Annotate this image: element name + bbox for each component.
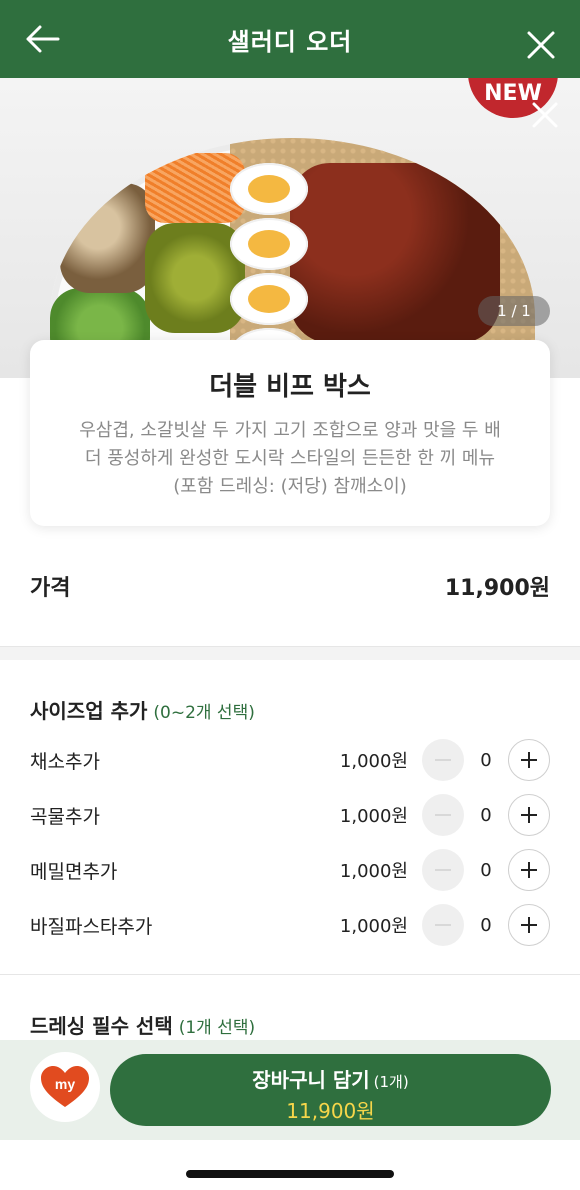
option-name: 곡물추가 <box>30 805 100 828</box>
add-to-cart-button[interactable]: 장바구니 담기 (1개) 11,900원 <box>110 1054 551 1126</box>
option-row: 메밀면추가 1,000원 0 <box>30 848 550 892</box>
decrement-button[interactable] <box>422 904 464 946</box>
cart-label: 장바구니 담기 <box>252 1068 370 1092</box>
arrow-left-icon[interactable] <box>24 24 60 54</box>
my-button[interactable]: my <box>30 1052 100 1122</box>
option-name: 메밀면추가 <box>30 860 118 883</box>
option-name: 채소추가 <box>30 750 100 773</box>
image-close-icon[interactable] <box>532 102 558 128</box>
option-price: 1,000원 <box>339 806 408 827</box>
increment-button[interactable] <box>508 739 550 781</box>
my-label: my <box>55 1076 75 1092</box>
desc-line: 더 풍성하게 완성한 도시락 스타일의 든든한 한 끼 메뉴 <box>84 448 496 469</box>
minus-icon <box>435 814 451 816</box>
page-title: 샐러디 오더 <box>227 27 353 56</box>
increment-button[interactable] <box>508 904 550 946</box>
image-pager: 1 / 1 <box>478 296 550 326</box>
minus-icon <box>435 924 451 926</box>
sizeup-hint: (0~2개 선택) <box>153 703 255 723</box>
option-quantity: 0 <box>480 859 492 881</box>
mushrooms <box>60 183 155 293</box>
egg-slice <box>230 163 308 215</box>
decrement-button[interactable] <box>422 739 464 781</box>
product-image: NEW 1 / 1 <box>0 78 580 378</box>
desc-line: (포함 드레싱: (저당) 참깨소이) <box>173 476 407 497</box>
increment-button[interactable] <box>508 849 550 891</box>
egg-slice <box>230 218 308 270</box>
home-indicator <box>186 1170 394 1178</box>
option-price: 1,000원 <box>339 916 408 937</box>
product-info-card: 더블 비프 박스 우삼겹, 소갈빗살 두 가지 고기 조합으로 양과 맛을 두 … <box>30 340 550 526</box>
section-divider <box>0 646 580 660</box>
option-price: 1,000원 <box>339 751 408 772</box>
app-header: 샐러디 오더 <box>0 0 580 78</box>
sizeup-title: 사이즈업 추가 (0~2개 선택) <box>30 695 255 724</box>
price-value: 11,900원 <box>444 576 550 601</box>
option-row: 바질파스타추가 1,000원 0 <box>30 903 550 947</box>
dressing-title: 드레싱 필수 선택 (1개 선택) <box>30 1010 255 1039</box>
heart-icon: my <box>41 1066 89 1107</box>
increment-button[interactable] <box>508 794 550 836</box>
decrement-button[interactable] <box>422 849 464 891</box>
sizeup-title-text: 사이즈업 추가 <box>30 699 148 723</box>
option-quantity: 0 <box>480 804 492 826</box>
minus-icon <box>435 759 451 761</box>
beef <box>290 163 500 343</box>
dressing-title-text: 드레싱 필수 선택 <box>30 1014 173 1038</box>
product-name: 더블 비프 박스 <box>209 372 371 402</box>
cart-label-line: 장바구니 담기 (1개) <box>110 1064 551 1093</box>
bottom-action-bar: my 장바구니 담기 (1개) 11,900원 <box>0 1040 580 1140</box>
option-quantity: 0 <box>480 749 492 771</box>
section-divider <box>0 974 580 975</box>
option-row: 채소추가 1,000원 0 <box>30 738 550 782</box>
minus-icon <box>435 869 451 871</box>
price-row: 가격 11,900원 <box>30 570 550 602</box>
option-price: 1,000원 <box>339 861 408 882</box>
dressing-hint: (1개 선택) <box>178 1018 256 1038</box>
cart-total: 11,900원 <box>286 1099 375 1123</box>
option-row: 곡물추가 1,000원 0 <box>30 793 550 837</box>
product-description: 우삼겹, 소갈빗살 두 가지 고기 조합으로 양과 맛을 두 배 더 풍성하게 … <box>30 417 550 501</box>
price-label: 가격 <box>30 576 71 601</box>
option-quantity: 0 <box>480 914 492 936</box>
desc-line: 우삼겹, 소갈빗살 두 가지 고기 조합으로 양과 맛을 두 배 <box>79 420 501 441</box>
decrement-button[interactable] <box>422 794 464 836</box>
egg-slice <box>230 273 308 325</box>
option-name: 바질파스타추가 <box>30 915 153 938</box>
cart-count: (1개) <box>373 1073 409 1091</box>
close-icon[interactable] <box>526 30 556 60</box>
